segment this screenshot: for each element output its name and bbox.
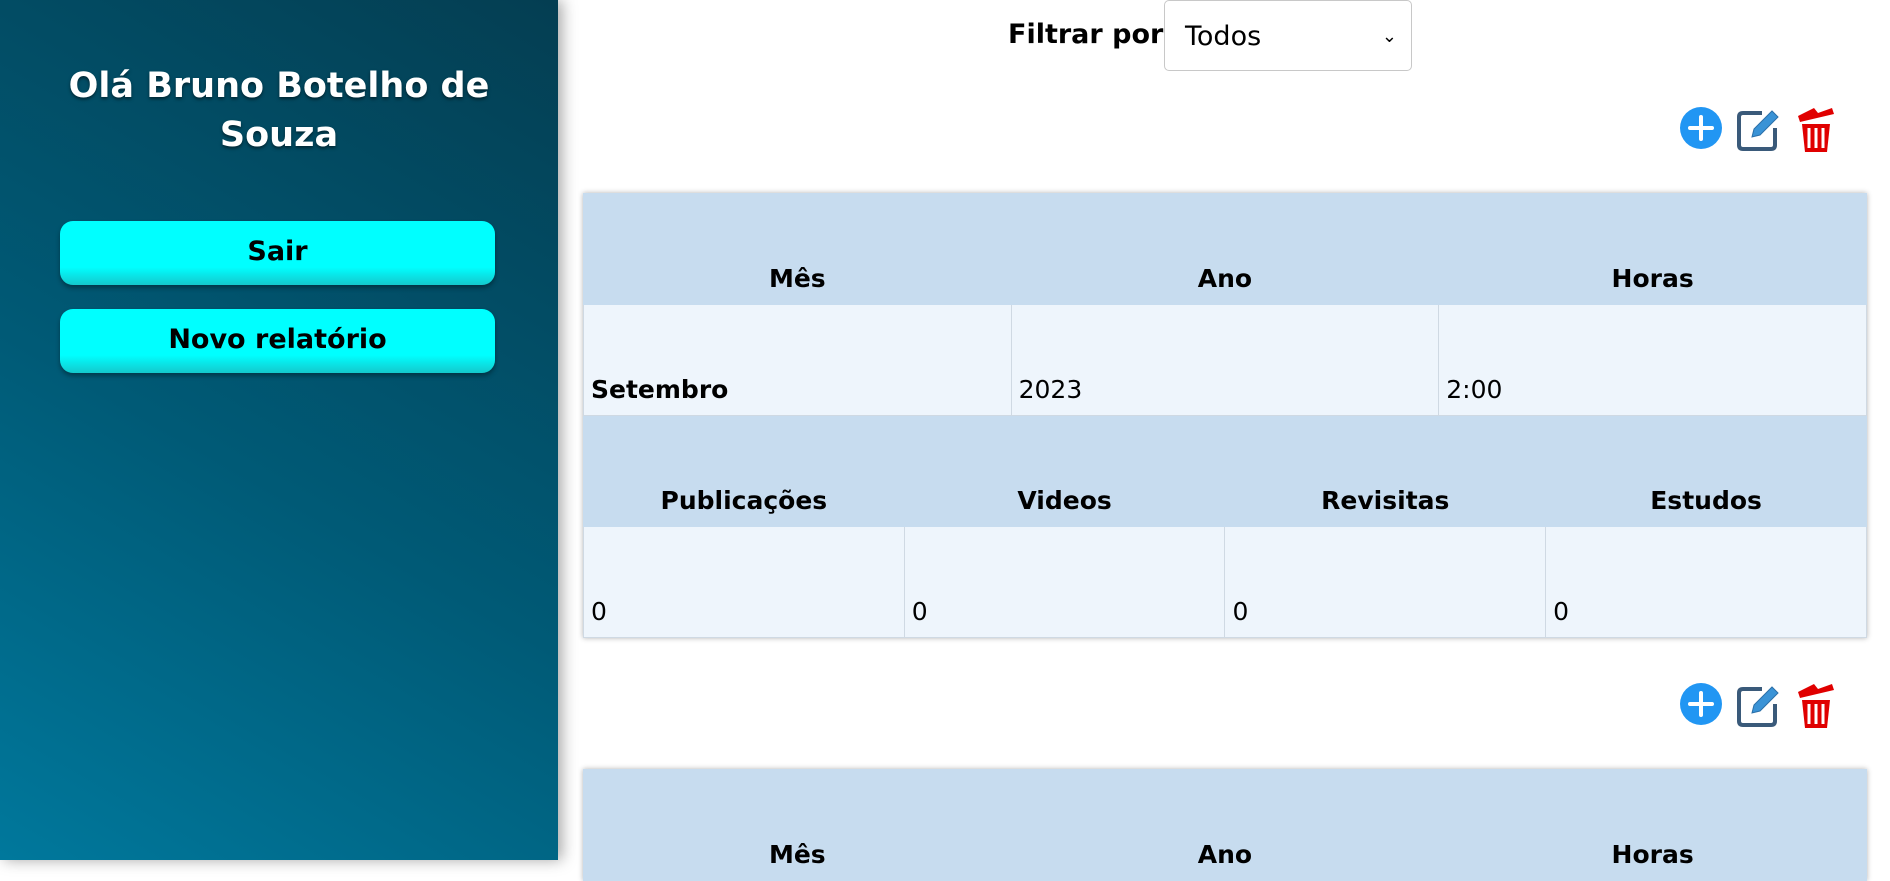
greeting: Olá Bruno Botelho de Souza bbox=[68, 66, 490, 155]
cell-horas: 2:00 bbox=[1438, 304, 1867, 416]
column-header-estudos: Estudos bbox=[1545, 415, 1867, 527]
chevron-down-icon: ⌄ bbox=[1381, 26, 1397, 47]
edit-icon[interactable] bbox=[1734, 106, 1782, 154]
column-header-horas: Horas bbox=[1438, 193, 1867, 305]
table-row: 0 0 0 0 bbox=[583, 526, 1867, 638]
plus-circle-icon[interactable] bbox=[1679, 106, 1723, 150]
filter-select[interactable]: Todos ⌄ bbox=[1164, 0, 1412, 71]
report-actions bbox=[1679, 106, 1838, 154]
report-actions bbox=[1679, 682, 1838, 730]
report-table: Mês Ano Horas bbox=[583, 769, 1867, 881]
new-report-button[interactable]: Novo relatório bbox=[60, 309, 495, 373]
cell-videos: 0 bbox=[903, 526, 1226, 638]
cell-revisitas: 0 bbox=[1224, 526, 1547, 638]
column-header-revisitas: Revisitas bbox=[1224, 415, 1547, 527]
column-header-ano: Ano bbox=[1010, 769, 1440, 881]
cell-publicacoes: 0 bbox=[583, 526, 905, 638]
filter-selected-value: Todos bbox=[1185, 21, 1262, 52]
edit-icon[interactable] bbox=[1734, 682, 1782, 730]
sidebar: Olá Bruno Botelho de Souza Sair Novo rel… bbox=[0, 0, 558, 860]
column-header-mes: Mês bbox=[583, 769, 1012, 881]
table-header-row: Mês Ano Horas bbox=[583, 769, 1867, 881]
cell-ano: 2023 bbox=[1010, 304, 1440, 416]
column-header-mes: Mês bbox=[583, 193, 1012, 305]
cell-mes: Setembro bbox=[583, 304, 1012, 416]
column-header-ano: Ano bbox=[1010, 193, 1440, 305]
logout-button[interactable]: Sair bbox=[60, 221, 495, 285]
trash-icon[interactable] bbox=[1794, 106, 1838, 154]
report-table: Mês Ano Horas Setembro 2023 2:00 Publica… bbox=[583, 193, 1867, 638]
table-row: Setembro 2023 2:00 bbox=[583, 304, 1867, 416]
filter-label: Filtrar por: bbox=[1008, 19, 1175, 50]
column-header-publicacoes: Publicações bbox=[583, 415, 905, 527]
trash-icon[interactable] bbox=[1794, 682, 1838, 730]
column-header-horas: Horas bbox=[1438, 769, 1867, 881]
table-header-row: Publicações Videos Revisitas Estudos bbox=[583, 415, 1867, 527]
table-header-row: Mês Ano Horas bbox=[583, 193, 1867, 305]
cell-estudos: 0 bbox=[1545, 526, 1867, 638]
plus-circle-icon[interactable] bbox=[1679, 682, 1723, 726]
column-header-videos: Videos bbox=[903, 415, 1226, 527]
